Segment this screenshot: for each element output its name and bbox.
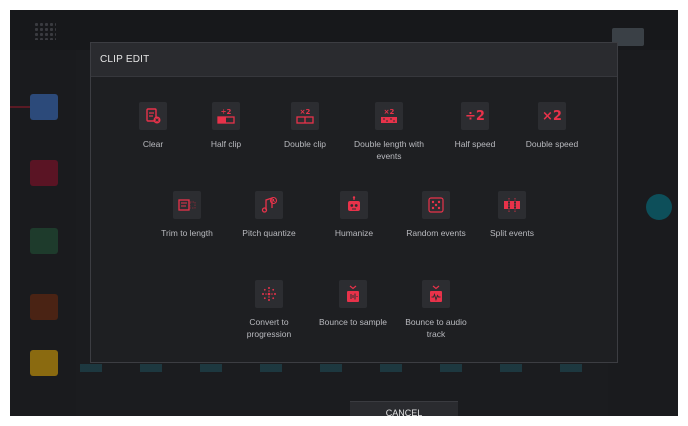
- humanize-icon: [340, 191, 368, 219]
- option-label: Bounce to audio track: [405, 317, 467, 339]
- background-track-tile: [30, 94, 58, 120]
- option-label: Double length with events: [354, 139, 424, 161]
- bounce-to-sample-button[interactable]: Bounce to sample: [313, 280, 393, 328]
- option-label: Convert to progression: [246, 317, 292, 339]
- bounce-to-audio-track-button[interactable]: Bounce to audio track: [396, 280, 476, 340]
- half-speed-button[interactable]: ÷2 Half speed: [435, 102, 515, 150]
- svg-text:×2: ×2: [384, 108, 395, 116]
- svg-text:÷2: ÷2: [221, 108, 232, 116]
- cancel-button[interactable]: CANCEL: [350, 401, 458, 416]
- svg-text:×2: ×2: [300, 108, 311, 116]
- bounce-audio-icon: [422, 280, 450, 308]
- background-timeline: [80, 364, 608, 372]
- option-label: Pitch quantize: [242, 228, 296, 238]
- background-right-column: [608, 50, 678, 416]
- half-clip-button[interactable]: ÷2 Half clip: [186, 102, 266, 150]
- split-events-button[interactable]: Split events: [472, 191, 552, 239]
- random-events-button[interactable]: Random events: [396, 191, 476, 239]
- option-label: Double clip: [283, 139, 327, 149]
- double-length-button[interactable]: ×2 Double length with events: [349, 102, 429, 162]
- clear-icon: [139, 102, 167, 130]
- double-speed-button[interactable]: ×2 Double speed: [512, 102, 592, 150]
- option-label: Random events: [406, 228, 466, 238]
- convert-progression-icon: [255, 280, 283, 308]
- background-left-column: [10, 50, 76, 416]
- option-label: Bounce to sample: [318, 317, 388, 327]
- trim-icon: [173, 191, 201, 219]
- double-clip-icon: ×2: [291, 102, 319, 130]
- background-track-tile: [30, 228, 58, 254]
- half-clip-icon: ÷2: [212, 102, 240, 130]
- option-label: Humanize: [334, 228, 374, 238]
- trim-to-length-button[interactable]: Trim to length: [147, 191, 227, 239]
- option-label: Split events: [490, 228, 534, 238]
- double-length-icon: ×2: [375, 102, 403, 130]
- double-clip-button[interactable]: ×2 Double clip: [265, 102, 345, 150]
- background-track-tile: [30, 350, 58, 376]
- clip-edit-dialog: CLIP EDIT Clear ÷2 Half clip ×2 Double c…: [90, 42, 618, 363]
- split-events-icon: [498, 191, 526, 219]
- option-label: Clear: [142, 139, 164, 149]
- background-track-tile: [30, 294, 58, 320]
- double-speed-icon: ×2: [538, 102, 566, 130]
- option-label: Double speed: [525, 139, 579, 149]
- bounce-sample-icon: [339, 280, 367, 308]
- background-track-tile: [30, 160, 58, 186]
- random-events-icon: [422, 191, 450, 219]
- humanize-button[interactable]: Humanize: [314, 191, 394, 239]
- option-label: Half clip: [210, 139, 242, 149]
- app-screen: CLIP EDIT Clear ÷2 Half clip ×2 Double c…: [10, 10, 678, 416]
- option-label: Trim to length: [161, 228, 213, 238]
- dialog-title: CLIP EDIT: [100, 54, 150, 65]
- pitch-quantize-icon: [255, 191, 283, 219]
- background-play-button: [646, 194, 672, 220]
- dialog-header: CLIP EDIT: [91, 43, 617, 77]
- convert-to-progression-button[interactable]: Convert to progression: [229, 280, 309, 340]
- half-speed-icon: ÷2: [461, 102, 489, 130]
- pitch-quantize-button[interactable]: Pitch quantize: [229, 191, 309, 239]
- option-label: Half speed: [454, 139, 496, 149]
- clear-button[interactable]: Clear: [113, 102, 193, 150]
- menu-grid-icon: [34, 22, 56, 40]
